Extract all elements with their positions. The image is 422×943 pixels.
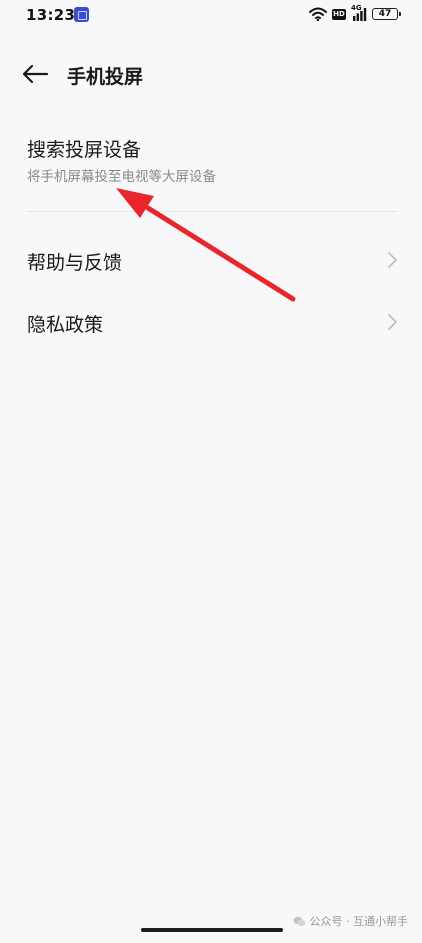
help-feedback-item[interactable]: 帮助与反馈 — [0, 236, 422, 284]
privacy-policy-item[interactable]: 隐私政策 — [0, 298, 422, 346]
search-devices-title: 搜索投屏设备 — [27, 139, 142, 161]
watermark: 公众号 · 互通小帮手 — [293, 913, 409, 929]
status-bar: 13:23 HD 4G 47 — [0, 0, 422, 30]
arrow-left-icon[interactable] — [20, 62, 50, 86]
search-devices-item[interactable]: 搜索投屏设备 将手机屏幕投至电视等大屏设备 — [0, 125, 422, 205]
signal-indicator: 4G — [351, 4, 367, 21]
status-icons: HD 4G 47 — [309, 4, 401, 23]
chevron-right-icon — [388, 252, 397, 268]
hd-badge: HD — [332, 8, 346, 20]
wechat-icon — [293, 916, 305, 926]
help-feedback-title: 帮助与反馈 — [27, 252, 123, 274]
watermark-text: 公众号 · 互通小帮手 — [309, 915, 409, 928]
gesture-nav-handle[interactable] — [141, 928, 283, 932]
battery-level: 47 — [378, 9, 392, 19]
page-title: 手机投屏 — [67, 66, 144, 88]
search-devices-subtitle: 将手机屏幕投至电视等大屏设备 — [27, 169, 216, 185]
chevron-right-icon — [388, 314, 397, 330]
signal-icon — [353, 8, 367, 21]
section-divider — [27, 211, 397, 212]
app-notification-icon — [74, 7, 89, 22]
privacy-policy-title: 隐私政策 — [27, 314, 104, 336]
battery-icon: 47 — [372, 8, 401, 20]
wifi-icon — [309, 7, 327, 21]
app-header: 手机投屏 — [0, 52, 422, 96]
status-time: 13:23 — [26, 6, 76, 24]
